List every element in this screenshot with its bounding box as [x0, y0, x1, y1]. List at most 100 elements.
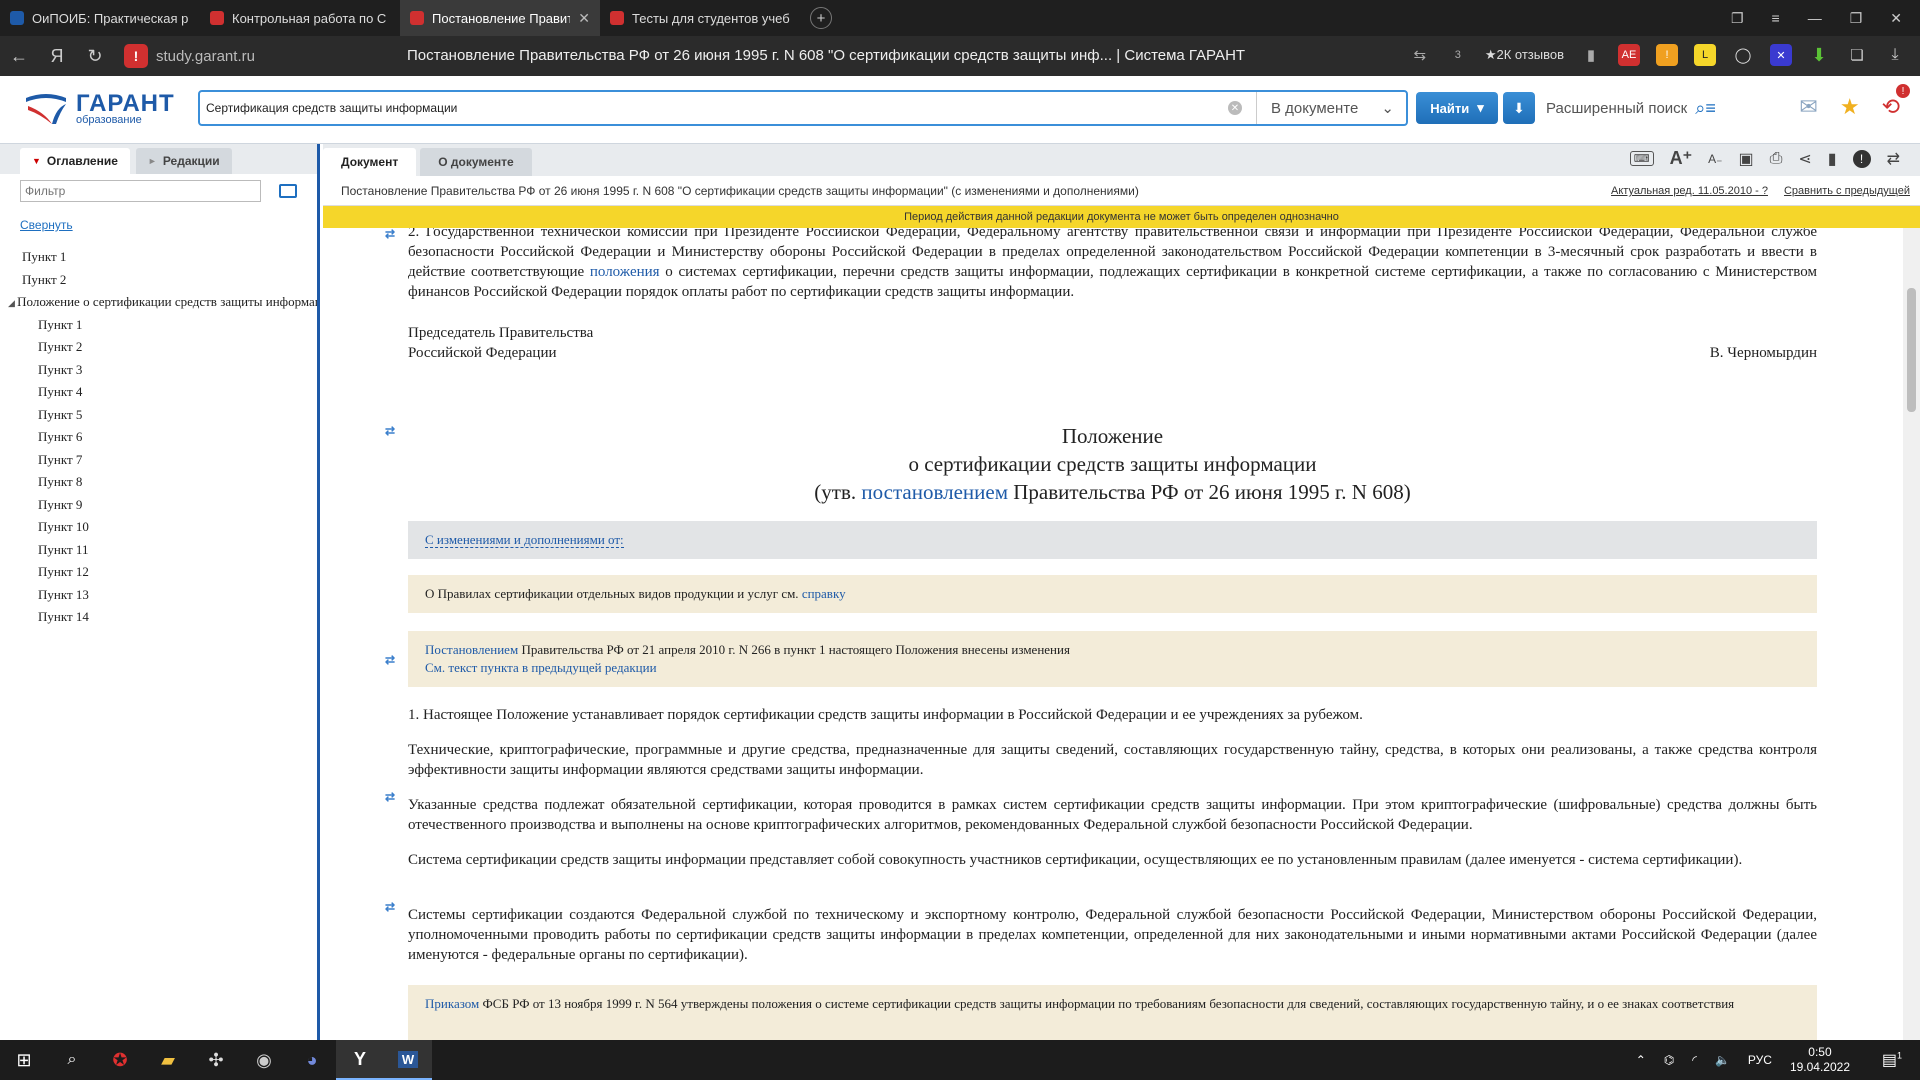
discord-icon[interactable]: ◕ [288, 1040, 336, 1080]
save-icon[interactable]: ▣ [1738, 149, 1753, 169]
word-icon[interactable]: W [384, 1040, 432, 1080]
clock[interactable]: 0:50 19.04.2022 [1790, 1045, 1850, 1075]
favorites-star-icon[interactable]: ★ [1840, 94, 1860, 120]
scrollbar-thumb[interactable] [1907, 288, 1916, 412]
change-marker-icon[interactable]: ⇄ [385, 653, 395, 667]
search-scope-dropdown[interactable]: В документе ⌄ [1256, 92, 1406, 124]
toc-subitem[interactable]: Пункт 8 [0, 471, 317, 494]
advanced-search-link[interactable]: Расширенный поиск ⌕≡ [1546, 98, 1716, 119]
browser-tab-active[interactable]: Постановление Правит ✕ [400, 0, 600, 36]
notifications-icon[interactable]: ▤1 [1882, 1050, 1902, 1070]
info-icon[interactable]: ! [1852, 149, 1871, 168]
collapse-triangle-icon[interactable]: ◢ [8, 298, 17, 308]
change-marker-icon[interactable]: ⇄ [385, 790, 395, 804]
shield-extension-icon[interactable]: ! [1656, 44, 1678, 66]
toc-subitem[interactable]: Пункт 4 [0, 381, 317, 404]
yandex-browser-icon[interactable]: Y [336, 1040, 384, 1080]
minimize-icon[interactable]: — [1808, 10, 1822, 27]
toc-subitem[interactable]: Пункт 3 [0, 359, 317, 382]
toc-subitem[interactable]: Пункт 11 [0, 539, 317, 562]
toc-subitem[interactable]: Пункт 14 [0, 606, 317, 629]
tab-manager-icon[interactable]: ❐ [1731, 10, 1744, 27]
save-search-button[interactable]: ⬇ [1503, 92, 1535, 124]
tab-document[interactable]: Документ [323, 148, 417, 176]
bookmark-icon[interactable]: ▮ [1828, 149, 1837, 169]
extension-icon[interactable]: ✕ [1770, 44, 1792, 66]
print-icon[interactable]: ⎙ [1770, 150, 1783, 168]
file-explorer-icon[interactable]: ▰ [144, 1040, 192, 1080]
language-indicator[interactable]: РУС [1748, 1053, 1772, 1067]
filter-toggle-icon[interactable] [279, 184, 297, 198]
toc-subitem[interactable]: Пункт 9 [0, 494, 317, 517]
change-marker-icon[interactable]: ⇄ [385, 900, 395, 914]
url-field[interactable]: ! study.garant.ru [124, 44, 255, 68]
collections-icon[interactable]: ❏ [1846, 44, 1868, 66]
toc-subitem[interactable]: Пункт 13 [0, 584, 317, 607]
fan-app-icon[interactable]: ✣ [192, 1040, 240, 1080]
link-regulations[interactable]: положения [590, 264, 660, 280]
badge-icon[interactable]: 3 [1447, 44, 1469, 66]
compare-arrows-icon[interactable]: ⇄ [1887, 149, 1900, 169]
maximize-icon[interactable]: ❐ [1850, 10, 1863, 27]
toc-section[interactable]: ◢ Положение о сертификации средств защит… [0, 291, 317, 314]
network-icon[interactable]: ⌬ [1664, 1053, 1674, 1067]
clear-search-icon[interactable]: ✕ [1228, 101, 1242, 115]
compare-previous-link[interactable]: Сравнить с предыдущей [1784, 185, 1910, 197]
toc-subitem[interactable]: Пункт 6 [0, 426, 317, 449]
toc-subitem[interactable]: Пункт 1 [0, 314, 317, 337]
start-icon[interactable]: ⊞ [0, 1040, 48, 1080]
downloads-icon[interactable]: ⤓ [1884, 44, 1906, 66]
vkl-icon[interactable]: ⌨ [1629, 151, 1654, 166]
actual-edition-link[interactable]: Актуальная ред. 11.05.2010 - ? [1611, 185, 1768, 197]
search-input[interactable] [200, 101, 1228, 115]
mail-icon[interactable]: ✉ [1799, 94, 1817, 120]
tab-contents[interactable]: ▼ Оглавление [20, 148, 130, 174]
search-icon[interactable]: ⌕ [48, 1040, 96, 1080]
tab-editions[interactable]: ► Редакции [135, 148, 232, 174]
collapse-link[interactable]: Свернуть [20, 218, 317, 232]
yandex-icon[interactable]: Я [38, 46, 76, 67]
menu-icon[interactable]: ≡ [1772, 10, 1780, 27]
document-scrollbar[interactable] [1903, 228, 1920, 1040]
toc-subitem[interactable]: Пункт 2 [0, 336, 317, 359]
changes-link[interactable]: С изменениями и дополнениями от: [425, 532, 624, 548]
history-icon[interactable]: ⟲! [1882, 84, 1910, 120]
toc-subitem[interactable]: Пункт 7 [0, 449, 317, 472]
volume-icon[interactable]: 🔈 [1715, 1053, 1730, 1067]
close-tab-icon[interactable]: ✕ [578, 10, 590, 27]
find-button[interactable]: Найти ▾ [1416, 92, 1498, 124]
toc-item[interactable]: Пункт 1 [0, 246, 317, 269]
browser-tab[interactable]: ОиПОИБ: Практическая р [0, 0, 200, 36]
reload-icon[interactable]: ↻ [76, 46, 114, 67]
font-increase-button[interactable]: A⁺ [1670, 148, 1693, 169]
browser-tab[interactable]: Контрольная работа по С [200, 0, 400, 36]
download-arrow-icon[interactable]: ⬇ [1808, 44, 1830, 66]
share-icon[interactable]: ⋖ [1798, 149, 1811, 169]
resolution-link[interactable]: Постановлением [425, 642, 518, 657]
tab-about-document[interactable]: О документе [420, 148, 532, 176]
steam-icon[interactable]: ◉ [240, 1040, 288, 1080]
warning-icon[interactable]: ! [124, 44, 148, 68]
reviews-button[interactable]: ★2К отзывов [1485, 47, 1564, 63]
change-marker-icon[interactable]: ⇄ [385, 424, 395, 438]
lingvo-icon[interactable]: L [1694, 44, 1716, 66]
link-resolution[interactable]: постановлением [861, 480, 1008, 504]
new-tab-button[interactable]: + [810, 7, 832, 29]
translate-icon[interactable]: ⇆ [1409, 44, 1431, 66]
garant-logo[interactable]: ГАРАНТ образование [22, 88, 175, 128]
back-icon[interactable]: ← [0, 46, 38, 67]
change-marker-icon[interactable]: ⇄ [385, 228, 395, 241]
bookmark-icon[interactable]: ▮ [1580, 44, 1602, 66]
toc-subitem[interactable]: Пункт 5 [0, 404, 317, 427]
toc-item[interactable]: Пункт 2 [0, 269, 317, 292]
toc-subitem[interactable]: Пункт 10 [0, 516, 317, 539]
order-link[interactable]: Приказом [425, 996, 479, 1011]
previous-edition-link[interactable]: См. текст пункта в предыдущей редакции [425, 660, 657, 675]
font-decrease-button[interactable]: A₋ [1708, 152, 1722, 166]
filter-input[interactable] [20, 180, 262, 202]
browser-tab[interactable]: Тесты для студентов учеб [600, 0, 800, 36]
close-window-icon[interactable]: ✕ [1890, 10, 1902, 27]
wifi-icon[interactable]: ◜ [1692, 1053, 1697, 1067]
toc-subitem[interactable]: Пункт 12 [0, 561, 317, 584]
app-icon[interactable]: ✪ [96, 1040, 144, 1080]
